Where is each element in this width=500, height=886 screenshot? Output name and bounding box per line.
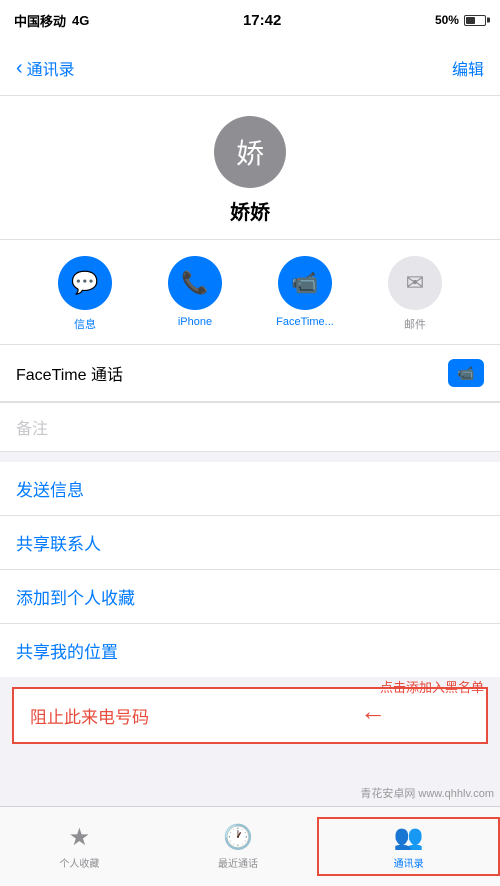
facetime-video-button[interactable]: 📹 [448, 359, 484, 387]
network-label: 4G [72, 13, 89, 28]
send-message-button[interactable]: 发送信息 [0, 462, 500, 516]
actions-section: 💬 信息 📞 iPhone 📹 FaceTime... ✉ 邮件 [0, 240, 500, 345]
action-phone[interactable]: 📞 iPhone [150, 256, 240, 332]
action-message-label: 信息 [74, 316, 96, 332]
battery-icon [464, 15, 486, 26]
facetime-icon: 📹 [278, 256, 332, 310]
list-actions-group: 发送信息 共享联系人 添加到个人收藏 共享我的位置 [0, 462, 500, 677]
carrier-label: 中国移动 [14, 11, 66, 30]
phone-icon: 📞 [168, 256, 222, 310]
notes-field[interactable]: 备注 [0, 403, 500, 452]
facetime-card: FaceTime 通话 📹 [0, 345, 500, 402]
avatar-section: 娇 娇娇 [0, 96, 500, 240]
watermark: 青花安卓网 www.qhhlv.com [360, 785, 494, 801]
action-mail[interactable]: ✉ 邮件 [370, 256, 460, 332]
status-right: 50% [435, 13, 486, 27]
tab-favorites[interactable]: ★ 个人收藏 [0, 823, 159, 870]
block-section-wrapper: 点击添加入黑名单 ← 阻止此来电号码 [0, 687, 500, 744]
share-contact-button[interactable]: 共享联系人 [0, 516, 500, 570]
facetime-title: FaceTime 通话 [16, 361, 123, 385]
action-facetime[interactable]: 📹 FaceTime... [260, 256, 350, 332]
action-message[interactable]: 💬 信息 [40, 256, 130, 332]
back-chevron-icon: ‹ [16, 58, 23, 78]
recents-icon: 🕐 [223, 823, 253, 852]
annotation-arrow-icon: ← [360, 698, 484, 724]
back-button[interactable]: ‹ 通讯录 [16, 56, 75, 80]
tab-recents-label: 最近通话 [218, 855, 258, 870]
contacts-icon: 👥 [394, 823, 424, 852]
action-mail-label: 邮件 [404, 316, 426, 332]
status-time: 17:42 [243, 12, 281, 29]
separator-1 [0, 452, 500, 462]
action-phone-label: iPhone [178, 316, 212, 328]
mail-icon: ✉ [388, 256, 442, 310]
tab-contacts[interactable]: 👥 通讯录 [317, 817, 500, 876]
favorites-icon: ★ [69, 823, 91, 852]
contact-name: 娇娇 [230, 196, 270, 225]
battery-percent: 50% [435, 13, 459, 27]
share-location-button[interactable]: 共享我的位置 [0, 624, 500, 677]
annotation-text: 点击添加入黑名单 [380, 677, 484, 696]
notes-placeholder: 备注 [16, 421, 48, 438]
message-icon: 💬 [58, 256, 112, 310]
nav-bar: ‹ 通讯录 编辑 [0, 40, 500, 96]
back-label: 通讯录 [27, 56, 75, 80]
add-favorite-button[interactable]: 添加到个人收藏 [0, 570, 500, 624]
status-bar: 中国移动 4G 17:42 50% [0, 0, 500, 40]
tab-contacts-label: 通讯录 [394, 855, 424, 870]
avatar: 娇 [214, 116, 286, 188]
action-facetime-label: FaceTime... [276, 316, 334, 328]
annotation-container: 点击添加入黑名单 ← [380, 677, 484, 724]
main-content: 娇 娇娇 💬 信息 📞 iPhone 📹 FaceTime... ✉ 邮件 Fa… [0, 96, 500, 806]
edit-button[interactable]: 编辑 [452, 56, 484, 80]
status-left: 中国移动 4G [14, 11, 89, 30]
battery-fill [466, 17, 475, 24]
tab-recents[interactable]: 🕐 最近通话 [159, 823, 318, 870]
facetime-section: FaceTime 通话 📹 [0, 345, 500, 403]
tab-bar: ★ 个人收藏 🕐 最近通话 👥 通讯录 [0, 806, 500, 886]
tab-favorites-label: 个人收藏 [59, 855, 99, 870]
